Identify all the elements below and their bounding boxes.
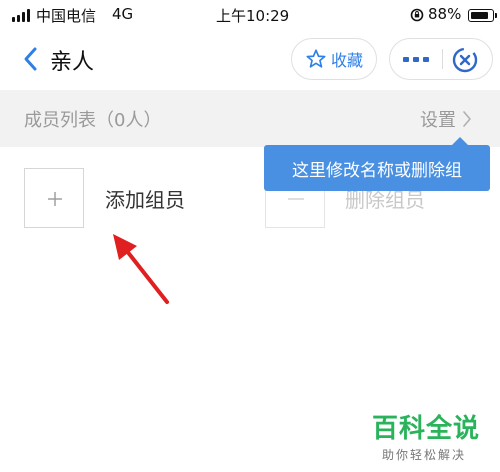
watermark-title: 百科全说 — [372, 414, 481, 444]
app-screen: 中国电信 4G 上午10:29 88% 亲人 收藏 成员列表（0人） 设置 添加… — [0, 0, 500, 472]
plus-icon — [48, 192, 62, 206]
add-member-button[interactable] — [24, 168, 84, 228]
watermark-logo: 百科全说 助你轻松解决 — [372, 408, 492, 468]
member-list-header: 成员列表（0人） 设置 — [0, 90, 500, 147]
capsule-divider — [442, 49, 443, 69]
tooltip: 这里修改名称或删除组 — [264, 137, 490, 191]
signal-icon — [12, 9, 30, 22]
tooltip-text: 这里修改名称或删除组 — [292, 160, 462, 181]
battery-percent: 88% — [428, 5, 462, 23]
settings-link[interactable]: 设置 — [420, 106, 472, 132]
star-icon — [306, 49, 326, 68]
network-type: 4G — [112, 5, 134, 23]
red-arrow-icon — [113, 234, 169, 304]
settings-label: 设置 — [420, 110, 456, 131]
status-time: 上午10:29 — [216, 7, 290, 25]
chevron-right-icon — [463, 111, 471, 127]
mini-program-capsule — [389, 38, 493, 80]
chevron-left-icon[interactable] — [20, 44, 44, 74]
status-bar: 中国电信 4G 上午10:29 88% — [0, 0, 500, 30]
member-list-title: 成员列表（0人） — [24, 110, 162, 131]
close-circle-icon[interactable] — [450, 45, 480, 75]
favorite-label: 收藏 — [330, 51, 363, 70]
battery-icon — [468, 9, 497, 22]
rotation-lock-icon — [410, 8, 424, 22]
battery-fill — [470, 11, 489, 19]
watermark-subtitle: 助你轻松解决 — [382, 448, 467, 462]
carrier-name: 中国电信 — [36, 7, 97, 25]
page-title: 亲人 — [50, 50, 95, 75]
more-dots-icon — [403, 56, 409, 62]
nav-bar: 亲人 收藏 — [0, 30, 500, 88]
more-button[interactable] — [390, 39, 442, 79]
favorite-button[interactable]: 收藏 — [291, 38, 377, 80]
tooltip-arrow — [452, 137, 468, 145]
add-member-label[interactable]: 添加组员 — [105, 184, 185, 213]
